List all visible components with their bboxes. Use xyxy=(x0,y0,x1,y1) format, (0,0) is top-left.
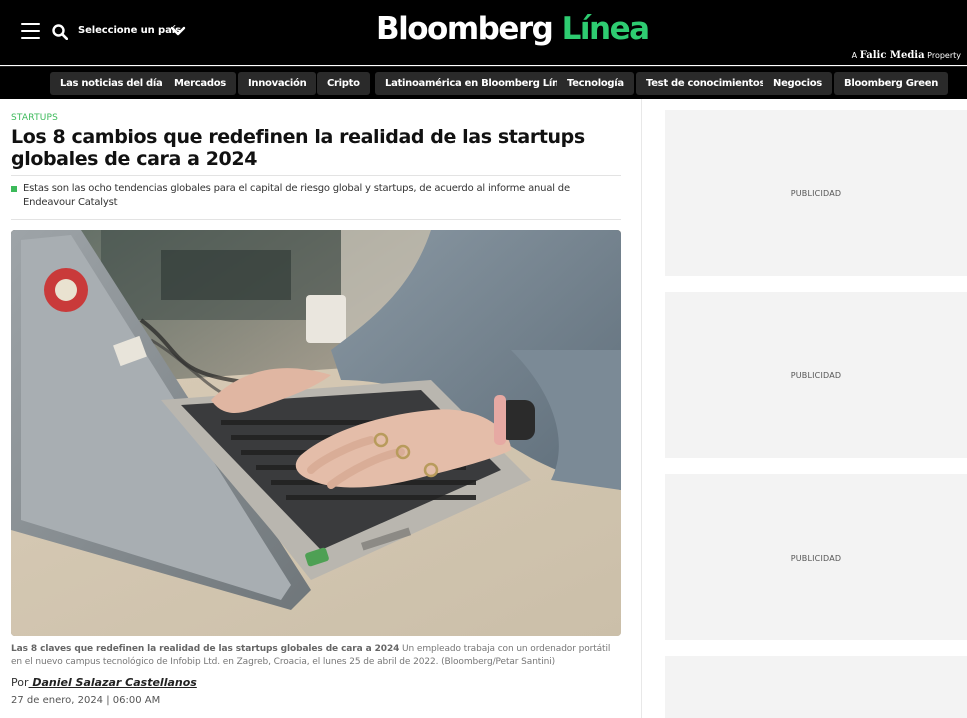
nav-item-tecnologia[interactable]: Tecnología xyxy=(557,72,634,95)
nav-item-cripto[interactable]: Cripto xyxy=(317,72,370,95)
ad-slot[interactable]: PUBLICIDAD xyxy=(665,474,967,640)
summary-bullet-icon xyxy=(11,186,17,192)
ad-label: PUBLICIDAD xyxy=(790,371,842,380)
nav-item-latinoamerica[interactable]: Latinoamérica en Bloomberg Línea xyxy=(375,72,582,95)
nav-item-innovacion[interactable]: Innovación xyxy=(238,72,317,95)
ad-slot[interactable]: PUBLICIDAD xyxy=(665,110,967,276)
section-nav: Las noticias del día Mercados Innovación… xyxy=(0,66,967,99)
nav-item-mercados[interactable]: Mercados xyxy=(164,72,236,95)
byline-prefix: Por xyxy=(11,676,29,689)
site-header: Seleccione un país Bloomberg Línea A Fal… xyxy=(0,0,967,65)
byline: Por Daniel Salazar Castellanos xyxy=(11,676,197,689)
divider xyxy=(11,175,621,176)
divider xyxy=(11,219,621,220)
logo-main: Bloomberg xyxy=(376,11,554,47)
hamburger-icon[interactable] xyxy=(21,23,40,39)
image-caption: Las 8 claves que redefinen la realidad d… xyxy=(11,643,621,669)
country-selector[interactable]: Seleccione un país xyxy=(78,25,181,36)
article-headline: Los 8 cambios que redefinen la realidad … xyxy=(11,126,585,170)
article-category[interactable]: STARTUPS xyxy=(11,113,58,123)
nav-item-noticias[interactable]: Las noticias del día xyxy=(50,72,173,95)
author-link[interactable]: Daniel Salazar Castellanos xyxy=(29,676,197,689)
article-summary: Estas son las ocho tendencias globales p… xyxy=(23,183,570,208)
ad-slot[interactable] xyxy=(665,656,967,718)
column-divider xyxy=(641,99,642,718)
chevron-down-icon[interactable] xyxy=(170,25,186,37)
search-icon[interactable] xyxy=(52,24,68,40)
property-suffix: Property xyxy=(927,51,961,60)
publish-date: 27 de enero, 2024 | 06:00 AM xyxy=(11,695,161,706)
ad-slot[interactable]: PUBLICIDAD xyxy=(665,292,967,458)
site-logo[interactable]: Bloomberg Línea xyxy=(376,9,650,49)
nav-item-bloomberg-green[interactable]: Bloomberg Green xyxy=(834,72,949,95)
property-brand: Falic Media xyxy=(859,50,925,61)
article-hero-image xyxy=(11,230,621,636)
caption-title: Las 8 claves que redefinen la realidad d… xyxy=(11,644,400,654)
laptop-photo-illustration xyxy=(11,230,621,636)
nav-item-test[interactable]: Test de conocimientos xyxy=(636,72,776,95)
property-tagline: A Falic Media Property xyxy=(852,50,961,61)
ad-label: PUBLICIDAD xyxy=(790,554,842,563)
ad-label: PUBLICIDAD xyxy=(790,189,842,198)
logo-accent: Línea xyxy=(561,11,650,47)
nav-item-negocios[interactable]: Negocios xyxy=(763,72,832,95)
property-prefix: A xyxy=(851,51,858,60)
